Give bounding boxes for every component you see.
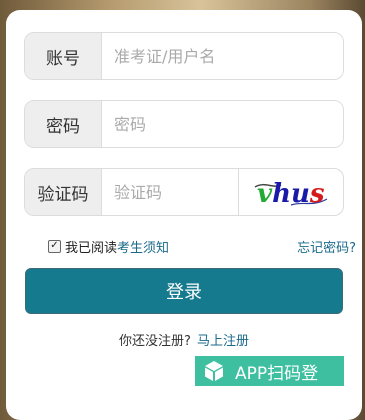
password-label: 密码 <box>25 101 102 147</box>
captcha-text: vhus <box>257 179 325 209</box>
cube-icon <box>205 361 223 381</box>
account-input[interactable] <box>102 33 343 79</box>
agreement-checkbox[interactable]: ✓ <box>48 239 61 253</box>
captcha-input[interactable] <box>102 169 238 215</box>
agreement-row: ✓ 我已阅读 考生须知 忘记密码? <box>48 236 364 256</box>
app-scan-login-button[interactable]: APP扫码登 <box>195 356 344 386</box>
app-scan-login-label: APP扫码登 <box>235 363 319 384</box>
register-row: 你还没注册? 马上注册 <box>6 330 362 349</box>
exam-notice-link[interactable]: 考生须知 <box>117 237 169 256</box>
login-card: 账号 密码 验证码 vhus ✓ 我已阅读考生须知 忘记密码? 登录 你还没注册… <box>6 10 362 420</box>
captcha-graphic: vhus <box>254 179 328 209</box>
forgot-password-link[interactable]: 忘记密码? <box>297 237 356 256</box>
login-button[interactable]: 登录 <box>25 268 343 314</box>
password-field: 密码 <box>24 100 344 148</box>
captcha-field: 验证码 vhus <box>24 168 344 216</box>
agreement-text: 我已阅读 <box>65 240 118 256</box>
password-input[interactable] <box>102 101 343 147</box>
account-label: 账号 <box>25 33 102 79</box>
register-prompt: 你还没注册? <box>119 334 191 349</box>
captcha-image[interactable]: vhus <box>238 169 343 215</box>
captcha-label: 验证码 <box>25 169 102 215</box>
account-field: 账号 <box>24 32 344 80</box>
register-link[interactable]: 马上注册 <box>197 334 249 349</box>
